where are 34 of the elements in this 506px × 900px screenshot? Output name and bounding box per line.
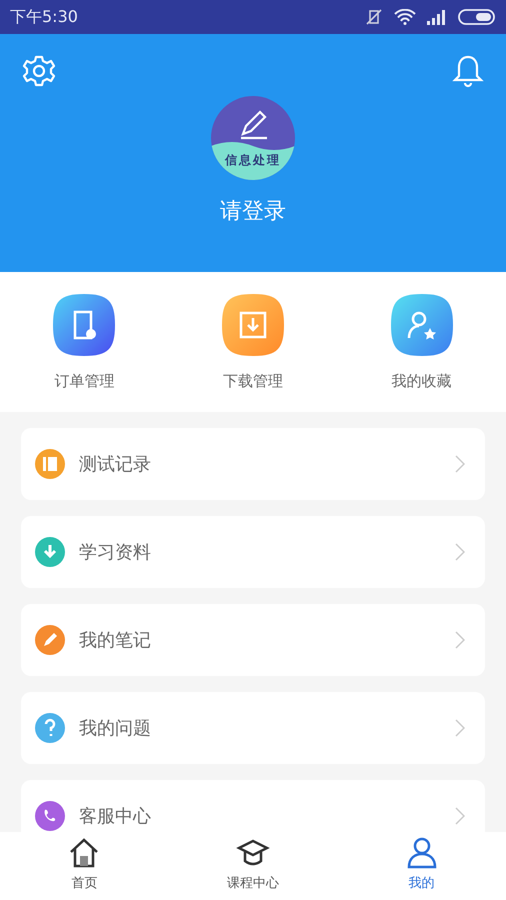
settings-icon[interactable] [22,54,56,88]
menu-label: 客服中心 [79,805,152,828]
wifi-icon [394,9,416,25]
menu-label: 我的笔记 [79,629,152,652]
download-box-icon[interactable] [222,294,284,356]
person-star-icon[interactable] [390,294,453,356]
chevron-right-icon [455,455,465,473]
quick-action-label[interactable]: 下载管理 [222,372,283,391]
menu-label: 我的问题 [79,717,152,740]
quick-action-label[interactable]: 订单管理 [54,372,114,391]
menu-item[interactable]: 测试记录 [21,428,485,500]
status-time: 下午5:30 [10,6,78,28]
quick-action-label[interactable]: 我的收藏 [392,372,452,391]
avatar[interactable]: 信息处理 [211,96,295,180]
notification-bell-icon[interactable] [452,54,484,88]
tab[interactable]: 我的 [337,832,506,900]
tab[interactable]: 首页 [0,832,169,900]
menu-label: 学习资料 [79,541,152,564]
menu-item[interactable]: 我的问题 [21,692,485,764]
pencil-icon [240,110,268,140]
menu-label: 测试记录 [79,453,152,476]
menu-item[interactable]: 我的笔记 [21,604,485,676]
chevron-right-icon [455,631,465,649]
menu-item[interactable]: 学习资料 [21,516,485,588]
vibrate-off-icon [364,8,384,26]
signal-icon [426,9,448,25]
chevron-right-icon [455,543,465,561]
menu-item[interactable]: 客服中心 [21,780,485,832]
tab[interactable]: 课程中心 [168,832,338,900]
login-link[interactable]: 请登录 [220,196,286,226]
avatar-caption: 信息处理 [224,152,282,169]
chevron-right-icon [455,807,465,825]
chevron-right-icon [455,719,465,737]
battery-icon [458,8,496,26]
